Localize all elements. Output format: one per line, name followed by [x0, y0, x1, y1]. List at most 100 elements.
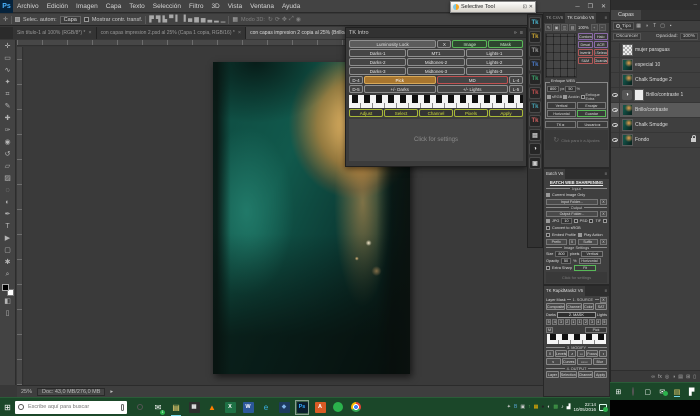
volume-icon[interactable]: ♪: [561, 405, 564, 410]
tk-pixels-button[interactable]: Pixels: [454, 109, 488, 117]
crop-tool[interactable]: ⌗: [1, 89, 14, 101]
layer-thumbnail[interactable]: [622, 44, 633, 56]
size-field[interactable]: 800: [555, 251, 567, 257]
tk-adjust-button[interactable]: Adjust: [349, 109, 383, 117]
suffix-clear-button[interactable]: X: [600, 239, 607, 245]
tk-midtones-2-button[interactable]: Midtones-2: [407, 58, 464, 66]
tif-checkbox[interactable]: [589, 219, 593, 223]
tk-image-button[interactable]: Image: [452, 40, 487, 48]
opacity-dropdown[interactable]: 100%: [680, 33, 698, 40]
mail-2[interactable]: ✉: [657, 388, 668, 396]
tk-luminosity-lock-button[interactable]: Luminosity Lock: [349, 40, 436, 48]
partial-app-2[interactable]: ▛: [686, 388, 697, 396]
tk-channel-button[interactable]: Channel: [419, 109, 453, 117]
eraser-tool[interactable]: ▱: [1, 161, 14, 173]
halo-button[interactable]: Halo: [594, 33, 609, 40]
task-view-2[interactable]: ▢: [642, 388, 653, 396]
tk-darks-1-button[interactable]: Darks-1: [349, 49, 406, 57]
contorno-button[interactable]: Contorno: [578, 33, 593, 40]
tk-intro-settings-area[interactable]: Click for settings: [349, 119, 523, 161]
tab-close-icon[interactable]: ×: [238, 30, 241, 36]
jpg-quality-field[interactable]: 10: [561, 218, 571, 224]
source-clear-button[interactable]: X: [600, 297, 607, 303]
layer-row-chalk-smudge[interactable]: Chalk Smudge: [611, 118, 700, 133]
zoom-in-icon[interactable]: +: [591, 24, 598, 31]
start-button[interactable]: ⊞: [0, 403, 15, 412]
screen-mode-icon[interactable]: ▯: [1, 308, 14, 320]
link-layers-icon[interactable]: ∞: [651, 374, 655, 380]
selective-tool-close-icon[interactable]: ✕: [529, 4, 533, 10]
layer-mask-icon[interactable]: ◎: [665, 374, 669, 380]
modify-item-button[interactable]: ◑: [599, 350, 607, 357]
layer-group-icon[interactable]: ▤: [678, 374, 683, 380]
search-input[interactable]: [26, 403, 119, 411]
mask-strength-5-button[interactable]: 5: [602, 319, 607, 325]
status-arrow-icon[interactable]: ▸: [110, 389, 113, 395]
auto-select-dropdown[interactable]: Capa: [60, 16, 81, 24]
tk-panel-icon-4[interactable]: Tk: [529, 59, 541, 71]
combo-tool-icon[interactable]: ▣: [553, 24, 560, 31]
tk-panel-icon-3[interactable]: Tk: [529, 45, 541, 57]
acr-button[interactable]: ACR: [594, 41, 609, 48]
taskbar-app-chrome[interactable]: [349, 400, 363, 415]
new-layer-icon[interactable]: ⊞: [686, 374, 690, 380]
align-icon[interactable]: ▐: [182, 16, 186, 23]
tab-close-icon[interactable]: ×: [88, 30, 91, 36]
mask-strength-2-button[interactable]: 2: [583, 319, 588, 325]
tab-tk-cs[interactable]: TK CsV6: [544, 13, 565, 23]
enfoque-extra-checkbox[interactable]: [581, 95, 585, 99]
adjustment-filter-icon[interactable]: ◑: [643, 23, 650, 29]
green-square-icon[interactable]: ▩: [553, 405, 558, 410]
menu-archivo[interactable]: Archivo: [13, 3, 43, 10]
healing-brush-tool[interactable]: ✚: [1, 113, 14, 125]
tk-intro-titlebar[interactable]: TK Intro » ≡: [346, 28, 526, 38]
auto-select-checkbox[interactable]: [15, 17, 20, 22]
taskbar-search[interactable]: [15, 401, 127, 414]
minimize-icon[interactable]: ─: [575, 4, 579, 10]
align-icon[interactable]: ▌: [175, 16, 179, 23]
panel-menu-icon[interactable]: ≡: [602, 286, 609, 296]
hand-tool[interactable]: ✱: [1, 257, 14, 269]
suffix-button[interactable]: Suffix: [578, 239, 599, 245]
selective-tool-window[interactable]: Selective Tool ⊡ ✕: [450, 1, 536, 13]
tk-panel-icon-5[interactable]: Tk: [529, 73, 541, 85]
output-channel-button[interactable]: Channel: [578, 371, 593, 378]
usuario-menu-button[interactable]: Usuario ▸: [577, 121, 608, 128]
mask-strength-2-button[interactable]: 2: [565, 319, 570, 325]
input-clear-button[interactable]: X: [600, 199, 607, 205]
align-icon[interactable]: ▃: [207, 16, 212, 23]
type-tool[interactable]: T: [1, 221, 14, 233]
s-m-button[interactable]: S&M: [578, 57, 593, 64]
taskbar-app-edge[interactable]: e: [259, 400, 273, 415]
gradient-tool[interactable]: ▨: [1, 173, 14, 185]
visibility-toggle[interactable]: [611, 103, 620, 118]
align-icon[interactable]: ▜: [156, 16, 161, 23]
taskbar-app-file-explorer[interactable]: ▤: [169, 400, 183, 415]
foreground-color-swatch[interactable]: [2, 284, 9, 291]
modify-curves-button[interactable]: Curves: [562, 358, 577, 365]
align-icon[interactable]: ▅: [201, 16, 206, 23]
output-layer-button[interactable]: Layer: [546, 371, 559, 378]
tk-darks-button[interactable]: +/- Darks: [364, 85, 436, 93]
modify-item-button[interactable]: ▭▭: [577, 358, 592, 365]
panel-menu-icon[interactable]: ≡: [602, 169, 609, 179]
combo-tool-grid[interactable]: [545, 33, 577, 78]
explorer-2[interactable]: ▤: [672, 388, 683, 396]
move-tool-icon[interactable]: ✛: [3, 16, 8, 23]
yin-yang-icon[interactable]: ◑: [529, 143, 541, 155]
modify-blur-button[interactable]: Blur: [593, 358, 608, 365]
tk-panel-icon-7[interactable]: Tk: [529, 101, 541, 113]
restore-icon[interactable]: ❐: [588, 3, 593, 10]
combo-settings-area[interactable]: ↻ Click para ir a Ajustes: [545, 130, 608, 150]
grid-icon[interactable]: ▦: [232, 16, 238, 23]
menu-vista[interactable]: Vista: [224, 3, 246, 10]
mask-strength-1-button[interactable]: 1: [577, 319, 582, 325]
pin-icon[interactable]: ✦: [507, 405, 511, 410]
mask-strength-4-button[interactable]: 4: [552, 319, 557, 325]
layer-thumbnail[interactable]: [622, 119, 633, 131]
menu-edici-n[interactable]: Edición: [43, 3, 72, 10]
align-icon[interactable]: ▂: [214, 16, 219, 23]
taskbar-app-excel[interactable]: X: [223, 400, 237, 415]
panel-menu-icon[interactable]: ≡: [602, 13, 609, 23]
delete-layer-icon[interactable]: ▯: [693, 374, 696, 380]
